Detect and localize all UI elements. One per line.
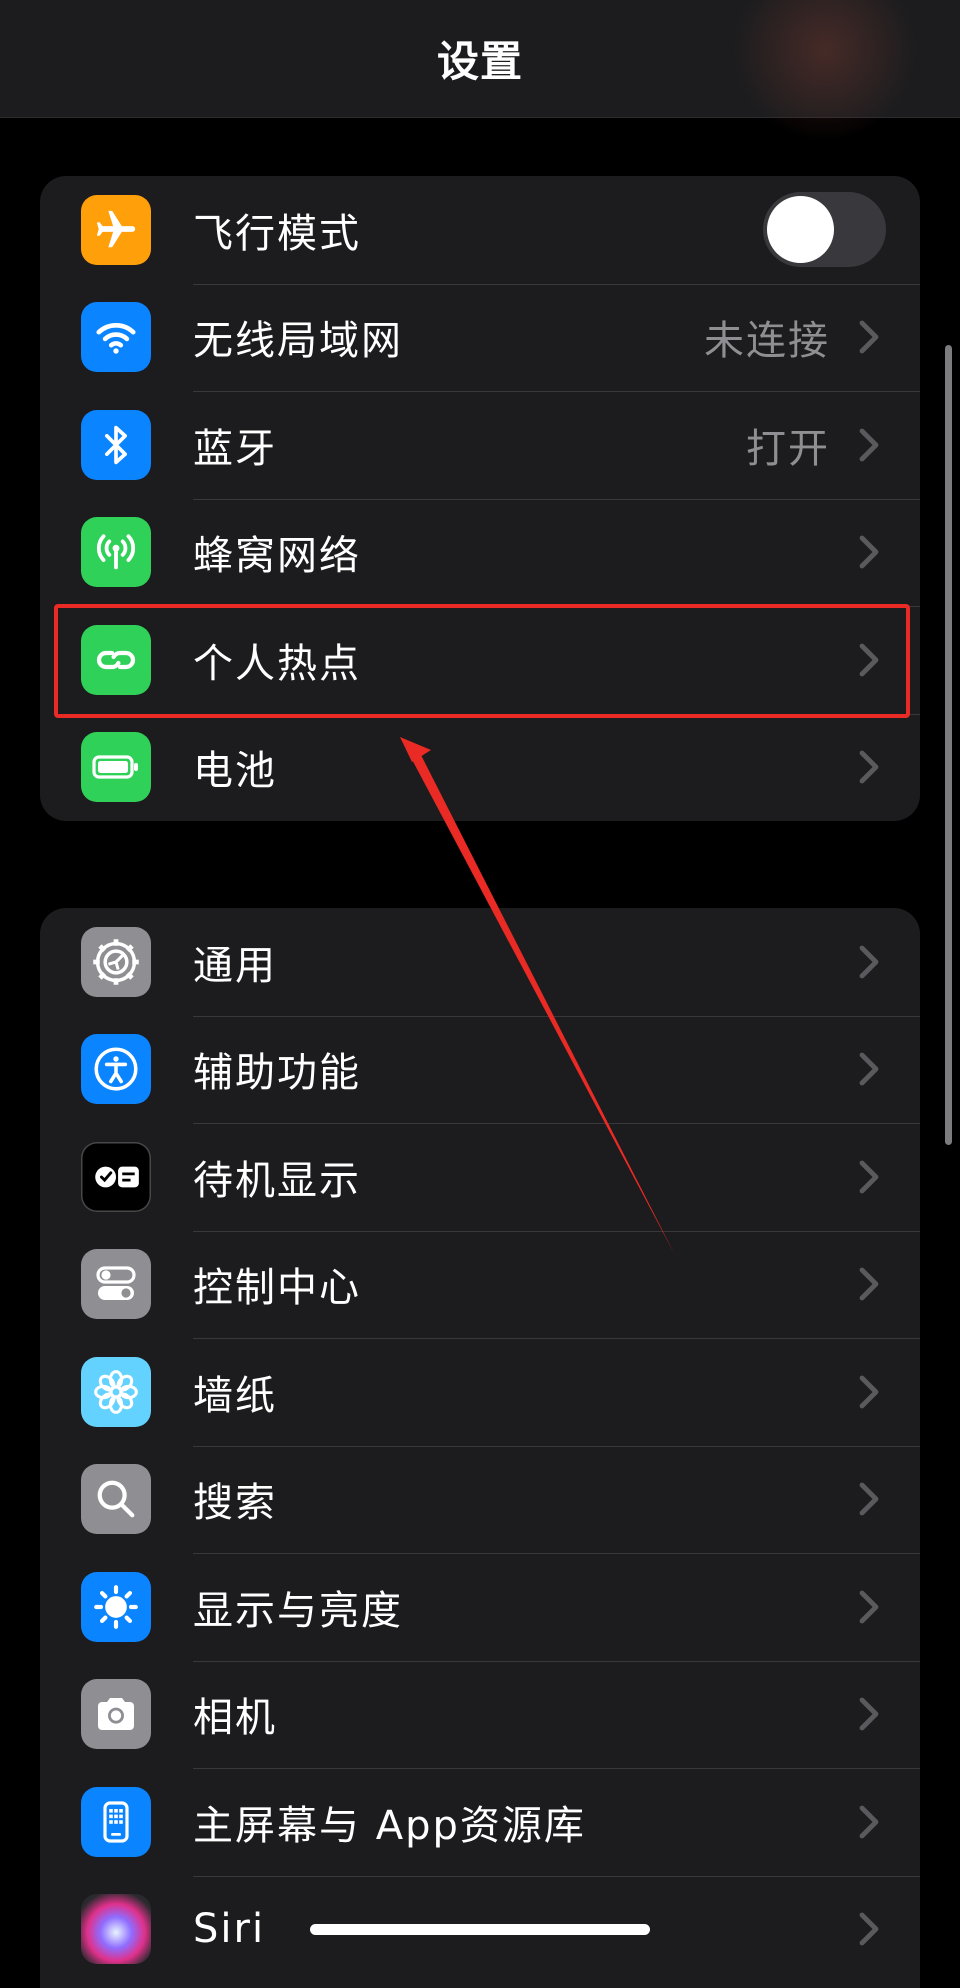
- settings-row-bluetooth[interactable]: 蓝牙 打开: [40, 391, 920, 499]
- settings-row-label: 蜂窝网络: [193, 533, 361, 580]
- settings-row-label: 辅助功能: [193, 1050, 361, 1097]
- toggle-knob: [767, 196, 834, 264]
- chevron-right-icon: [859, 945, 879, 979]
- chevron-right-icon: [859, 750, 879, 784]
- standby-icon: [81, 1141, 151, 1212]
- search-icon: [81, 1464, 151, 1535]
- bluetooth-status-value: 打开: [746, 425, 830, 472]
- settings-row-accessibility[interactable]: 辅助功能: [40, 1015, 920, 1124]
- flower-icon: [81, 1356, 151, 1427]
- settings-row-cellular[interactable]: 蜂窝网络: [40, 498, 920, 607]
- accessibility-icon: [81, 1034, 151, 1105]
- battery-icon: [81, 732, 151, 803]
- settings-row-display-brightness[interactable]: 显示与亮度: [40, 1553, 920, 1661]
- chevron-right-icon: [859, 535, 879, 569]
- navigation-bar: 设置: [0, 0, 960, 140]
- annotation-highlight-box: [54, 604, 910, 718]
- chevron-right-icon: [859, 1267, 879, 1301]
- settings-row-label: 主屏幕与 App资源库: [193, 1802, 586, 1849]
- siri-icon: [81, 1894, 151, 1965]
- sun-icon: [81, 1571, 151, 1642]
- settings-group-system: 通用 辅助功能 待机显示 控制中心 墙纸 搜索 显示与亮度 相机 主屏幕与 Ap…: [40, 908, 920, 1988]
- chevron-right-icon: [859, 1805, 879, 1839]
- settings-row-label: 墙纸: [193, 1372, 277, 1419]
- wifi-status-value: 未连接: [704, 318, 830, 365]
- settings-row-general[interactable]: 通用: [40, 908, 920, 1016]
- camera-icon: [81, 1679, 151, 1750]
- settings-row-label: 飞行模式: [193, 210, 361, 257]
- antenna-icon: [81, 517, 151, 588]
- settings-row-label: 无线局域网: [193, 318, 403, 365]
- toggles-icon: [81, 1249, 151, 1320]
- settings-row-home-screen[interactable]: 主屏幕与 App资源库: [40, 1768, 920, 1876]
- chevron-right-icon: [859, 1052, 879, 1086]
- settings-row-label: 控制中心: [193, 1265, 361, 1312]
- settings-row-battery[interactable]: 电池: [40, 713, 920, 822]
- settings-row-label: 显示与亮度: [193, 1587, 403, 1634]
- chevron-right-icon: [859, 1375, 879, 1409]
- settings-row-label: 电池: [193, 748, 277, 795]
- airplane-mode-toggle[interactable]: [763, 192, 886, 268]
- home-indicator[interactable]: [310, 1924, 650, 1935]
- settings-row-camera[interactable]: 相机: [40, 1660, 920, 1769]
- chevron-right-icon: [859, 1912, 879, 1946]
- settings-row-control-center[interactable]: 控制中心: [40, 1230, 920, 1339]
- settings-row-airplane-mode[interactable]: 飞行模式: [40, 176, 920, 284]
- settings-row-label: 相机: [193, 1695, 277, 1742]
- settings-row-label: 蓝牙: [193, 425, 277, 472]
- nav-glow-decoration: [730, 0, 920, 140]
- chevron-right-icon: [859, 1482, 879, 1516]
- chevron-right-icon: [859, 320, 879, 354]
- settings-row-standby[interactable]: 待机显示: [40, 1123, 920, 1231]
- settings-row-label: 通用: [193, 942, 277, 989]
- settings-group-network: 飞行模式 无线局域网 未连接 蓝牙 打开 蜂窝网络 个人热点 电池: [40, 176, 920, 821]
- gear-icon: [81, 926, 151, 997]
- settings-row-label: 搜索: [193, 1480, 277, 1527]
- page-title: 设置: [436, 37, 523, 86]
- wifi-icon: [81, 302, 151, 373]
- bluetooth-icon: [81, 409, 151, 480]
- settings-row-wallpaper[interactable]: 墙纸: [40, 1338, 920, 1446]
- home-screen-icon: [81, 1786, 151, 1857]
- chevron-right-icon: [859, 1590, 879, 1624]
- chevron-right-icon: [859, 1160, 879, 1194]
- settings-row-search[interactable]: 搜索: [40, 1445, 920, 1554]
- settings-row-label: Siri: [193, 1906, 266, 1953]
- chevron-right-icon: [859, 428, 879, 462]
- settings-row-label: 待机显示: [193, 1157, 361, 1204]
- settings-row-wifi[interactable]: 无线局域网 未连接: [40, 283, 920, 392]
- scrollbar[interactable]: [945, 345, 952, 1145]
- chevron-right-icon: [859, 1697, 879, 1731]
- airplane-icon: [81, 194, 151, 265]
